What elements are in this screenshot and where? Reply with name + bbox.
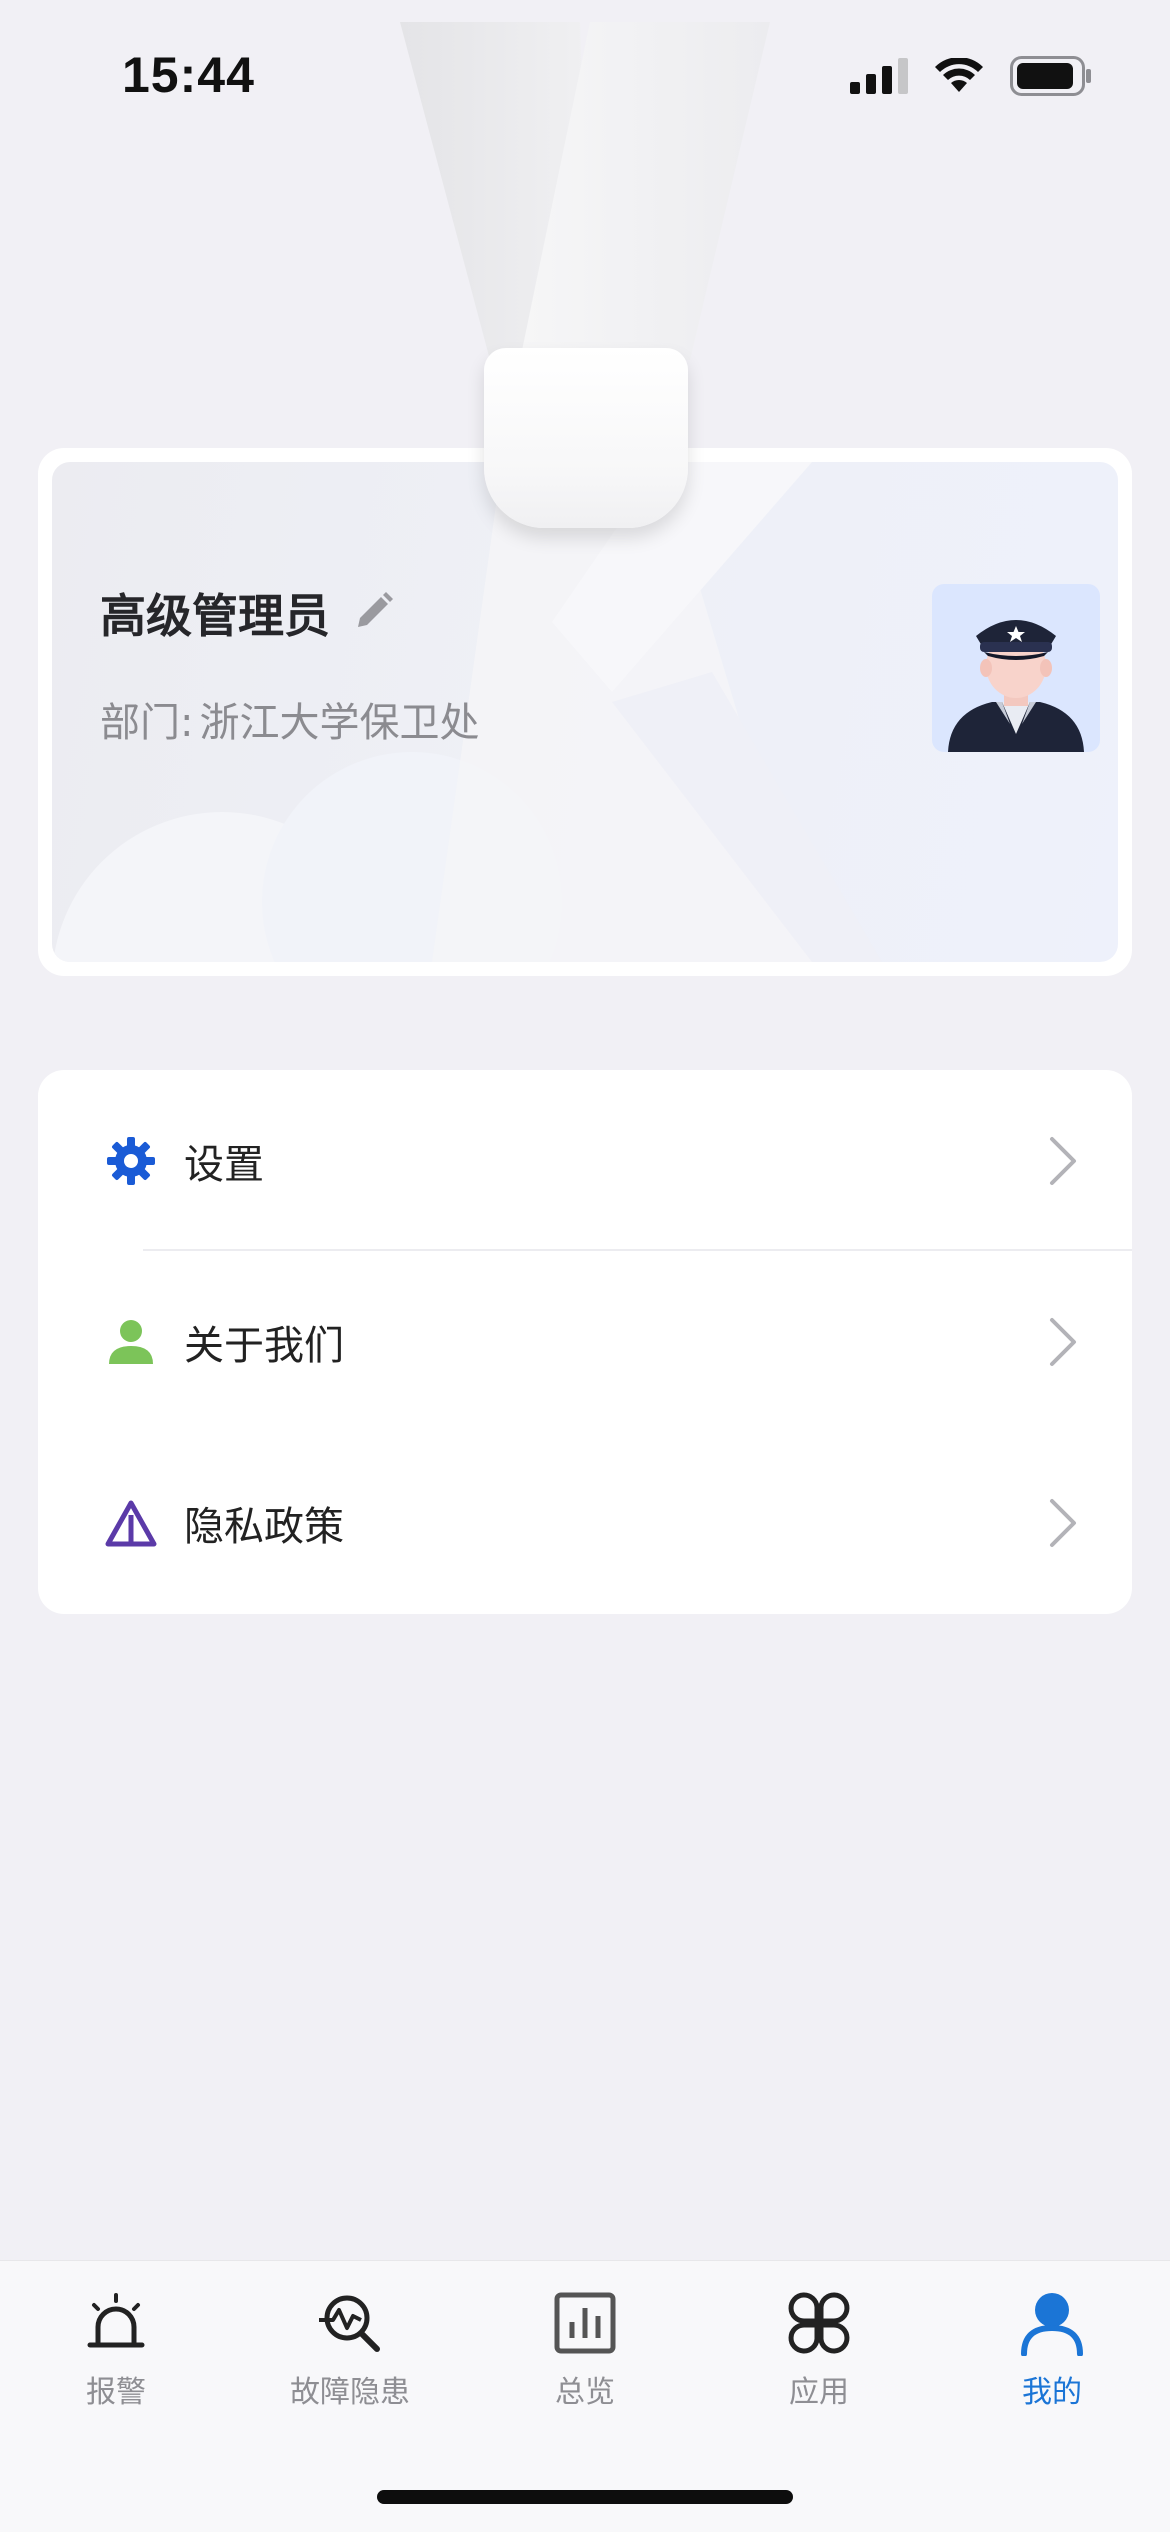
warning-triangle-icon (104, 1496, 158, 1550)
profile-name-row: 高级管理员 (100, 580, 396, 646)
tab-label: 故障隐患 (290, 2375, 410, 2410)
chevron-right-icon (1050, 1317, 1076, 1366)
fault-search-icon (314, 2287, 386, 2359)
alarm-siren-icon (80, 2287, 152, 2359)
profile-card-background: 高级管理员 部门: 浙江大学保卫处 (52, 462, 1118, 962)
profile-department: 部门: 浙江大学保卫处 (100, 690, 479, 748)
menu-item-about-us[interactable]: 关于我们 (38, 1251, 1132, 1432)
tab-label: 应用 (789, 2375, 849, 2410)
tab-overview[interactable]: 总览 (485, 2287, 685, 2411)
chevron-right-icon (1050, 1136, 1076, 1185)
tab-label: 我的 (1022, 2375, 1082, 2410)
person-icon (104, 1315, 158, 1369)
profile-screen: 15:44 高级管理员 部门: 浙江大学保卫处 设置 关于我们 隐私政策 报警 … (0, 0, 1170, 2532)
tab-mine[interactable]: 我的 (952, 2287, 1152, 2411)
department-label: 部门: (100, 700, 194, 746)
battery-icon (1010, 56, 1091, 96)
status-bar: 15:44 (0, 0, 1170, 150)
menu-item-label: 设置 (184, 1141, 264, 1188)
pencil-icon[interactable] (352, 589, 396, 637)
menu-item-settings[interactable]: 设置 (38, 1070, 1132, 1251)
chevron-right-icon (1050, 1498, 1076, 1547)
tab-alarm[interactable]: 报警 (16, 2287, 216, 2411)
profile-name: 高级管理员 (100, 589, 330, 643)
cellular-signal-icon (850, 58, 908, 94)
wifi-icon (935, 58, 983, 92)
bar-chart-icon (549, 2287, 621, 2359)
menu-item-label: 隐私政策 (184, 1503, 344, 1550)
menu-item-privacy-policy[interactable]: 隐私政策 (38, 1432, 1132, 1613)
gear-icon (104, 1134, 158, 1188)
status-time: 15:44 (122, 47, 255, 103)
profile-person-icon (1016, 2287, 1088, 2359)
apps-grid-icon (783, 2287, 855, 2359)
status-icons (850, 52, 1092, 100)
lanyard-clip (484, 348, 688, 528)
home-indicator[interactable] (377, 2490, 793, 2504)
tab-apps[interactable]: 应用 (719, 2287, 919, 2411)
tab-label: 总览 (555, 2375, 615, 2410)
avatar[interactable] (932, 584, 1100, 752)
tab-label: 报警 (86, 2375, 146, 2410)
security-guard-avatar (948, 620, 1084, 752)
menu-item-label: 关于我们 (184, 1322, 344, 1369)
tab-faults[interactable]: 故障隐患 (250, 2287, 450, 2411)
menu-card: 设置 关于我们 隐私政策 (38, 1070, 1132, 1614)
department-value: 浙江大学保卫处 (199, 700, 480, 746)
